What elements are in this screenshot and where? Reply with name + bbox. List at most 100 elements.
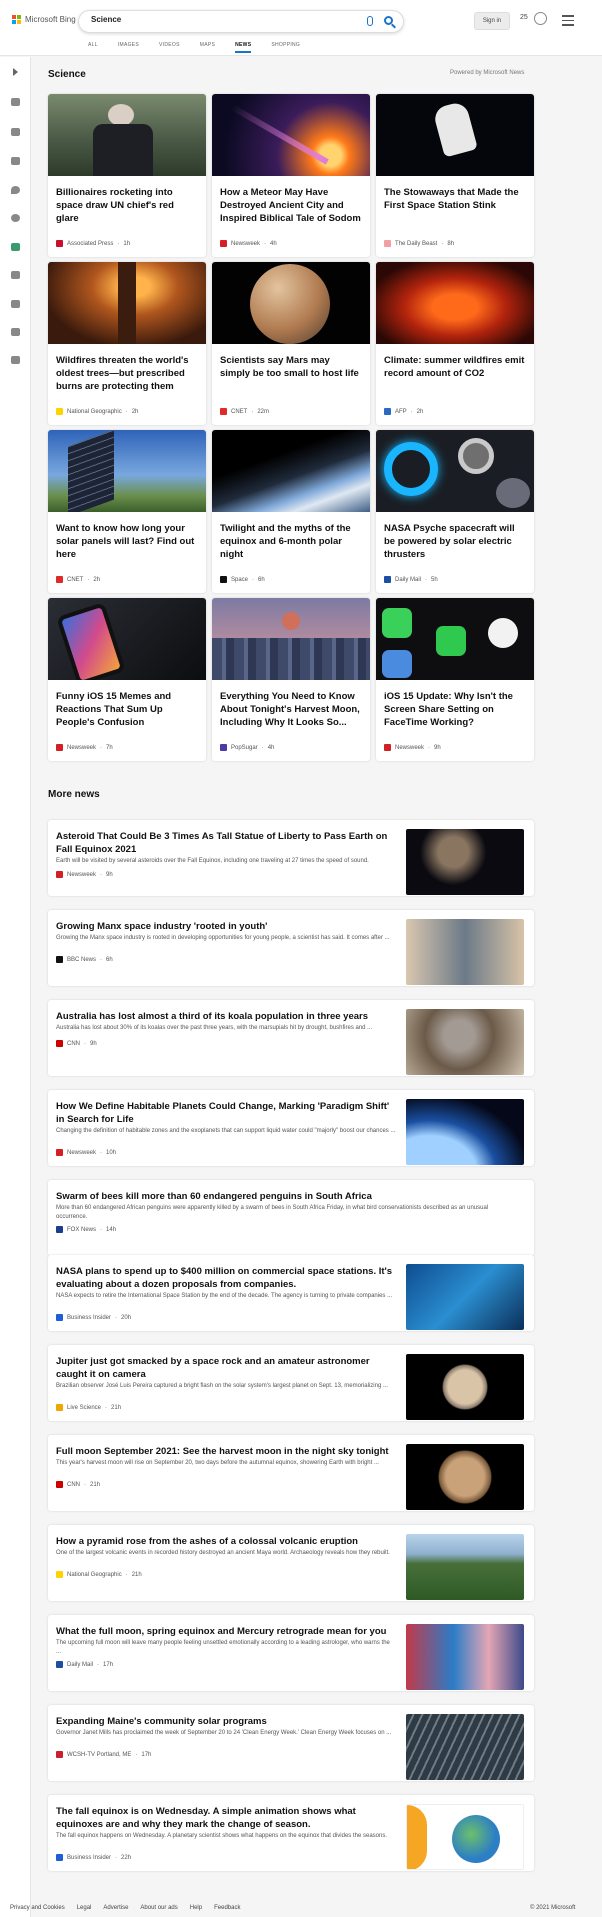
national-geographic-logo-icon	[56, 1571, 63, 1578]
news-thumbnail	[406, 1264, 524, 1330]
news-list-item[interactable]: Jupiter just got smacked by a space rock…	[48, 1345, 534, 1421]
rewards-trophy-icon[interactable]	[534, 12, 547, 25]
news-title: Swarm of bees kill more than 60 endanger…	[56, 1191, 372, 1202]
menu-icon[interactable]	[562, 15, 574, 29]
fox-news-logo-icon	[56, 1226, 63, 1233]
footer-link-feedback[interactable]: Feedback	[214, 1905, 240, 1911]
news-card[interactable]: Billionaires rocketing into space draw U…	[48, 94, 206, 257]
news-title: How a pyramid rose from the ashes of a c…	[56, 1536, 358, 1547]
science-heading: Science	[48, 69, 86, 80]
bank-icon[interactable]	[9, 327, 22, 337]
news-thumbnail	[406, 1624, 524, 1690]
news-source: BBC News · 6h	[56, 956, 113, 963]
card-title: Twilight and the myths of the equinox an…	[220, 523, 351, 560]
location-icon[interactable]	[9, 185, 22, 195]
news-card[interactable]: Everything You Need to Know About Tonigh…	[212, 598, 370, 761]
search-icon[interactable]	[384, 16, 393, 25]
more-news-heading: More news	[48, 789, 100, 800]
news-source: FOX News · 14h	[56, 1226, 116, 1233]
news-list-item[interactable]: Growing Manx space industry 'rooted in y…	[48, 910, 534, 986]
rewards-count[interactable]: 25	[520, 14, 528, 21]
copyright: © 2021 Microsoft	[530, 1905, 576, 1911]
news-title: Asteroid That Could Be 3 Times As Tall S…	[56, 831, 388, 855]
news-card[interactable]: Funny iOS 15 Memes and Reactions That Su…	[48, 598, 206, 761]
news-thumbnail	[406, 1009, 524, 1075]
tab-all[interactable]: ALL	[88, 42, 98, 53]
card-thumbnail	[48, 598, 206, 680]
news-thumbnail	[406, 1804, 524, 1870]
card-source: Newsweek · 4h	[220, 240, 277, 247]
card-source: The Daily Beast · 8h	[384, 240, 454, 247]
news-list-item[interactable]: What the full moon, spring equinox and M…	[48, 1615, 534, 1691]
tab-videos[interactable]: VIDEOS	[159, 42, 180, 53]
bing-logo[interactable]: Microsoft Bing	[12, 15, 76, 24]
footer-link-privacy[interactable]: Privacy and Cookies	[10, 1905, 65, 1911]
entertainment-icon[interactable]	[9, 299, 22, 309]
news-list-item[interactable]: How a pyramid rose from the ashes of a c…	[48, 1525, 534, 1601]
news-list-item[interactable]: Full moon September 2021: See the harves…	[48, 1435, 534, 1511]
footer-link-about-ads[interactable]: About our ads	[140, 1905, 177, 1911]
news-card[interactable]: The Stowaways that Made the First Space …	[376, 94, 534, 257]
powered-by: Powered by Microsoft News	[450, 70, 525, 76]
card-thumbnail	[212, 94, 370, 176]
news-list-item[interactable]: The fall equinox is on Wednesday. A simp…	[48, 1795, 534, 1871]
card-thumbnail	[376, 430, 534, 512]
card-thumbnail	[48, 94, 206, 176]
tab-shopping[interactable]: SHOPPING	[271, 42, 300, 53]
science-icon[interactable]	[9, 242, 22, 252]
card-source: Newsweek · 9h	[384, 744, 441, 751]
top-header: Microsoft Bing Sign in 25 ALL IMAGES VID…	[0, 0, 602, 56]
news-source: Live Science · 21h	[56, 1404, 121, 1411]
news-list-item[interactable]: NASA plans to spend up to $400 million o…	[48, 1255, 534, 1331]
search-input[interactable]	[91, 15, 331, 24]
tab-news[interactable]: NEWS	[235, 42, 252, 53]
news-list-item[interactable]: Expanding Maine's community solar progra…	[48, 1705, 534, 1781]
globe-icon[interactable]	[9, 213, 22, 223]
daily-mail-logo-icon	[56, 1661, 63, 1668]
news-list-item[interactable]: Asteroid That Could Be 3 Times As Tall S…	[48, 820, 534, 896]
news-list-item[interactable]: How We Define Habitable Planets Could Ch…	[48, 1090, 534, 1166]
news-source: CNN · 21h	[56, 1481, 100, 1488]
footer-link-legal[interactable]: Legal	[77, 1905, 92, 1911]
news-snippet: This year's harvest moon will rise on Se…	[56, 1460, 379, 1466]
tab-maps[interactable]: MAPS	[200, 42, 215, 53]
microphone-icon[interactable]	[367, 16, 373, 26]
news-card[interactable]: Wildfires threaten the world's oldest tr…	[48, 262, 206, 425]
footer-link-help[interactable]: Help	[190, 1905, 202, 1911]
national-geographic-logo-icon	[56, 408, 63, 415]
newsweek-logo-icon	[56, 1149, 63, 1156]
search-box	[78, 10, 404, 33]
home-icon[interactable]	[9, 97, 22, 107]
news-card[interactable]: iOS 15 Update: Why Isn't the Screen Shar…	[376, 598, 534, 761]
tab-images[interactable]: IMAGES	[118, 42, 139, 53]
space-logo-icon	[220, 576, 227, 583]
news-list-item[interactable]: Australia has lost almost a third of its…	[48, 1000, 534, 1076]
newsweek-logo-icon	[56, 871, 63, 878]
news-thumbnail	[406, 1354, 524, 1420]
card-thumbnail	[376, 262, 534, 344]
footer-link-advertise[interactable]: Advertise	[103, 1905, 128, 1911]
news-card[interactable]: NASA Psyche spacecraft will be powered b…	[376, 430, 534, 593]
news-title: What the full moon, spring equinox and M…	[56, 1626, 387, 1637]
card-icon[interactable]	[9, 355, 22, 365]
flag-icon[interactable]	[9, 156, 22, 166]
cnn-logo-icon	[56, 1040, 63, 1047]
rocket-icon[interactable]	[9, 270, 22, 280]
news-card[interactable]: Twilight and the myths of the equinox an…	[212, 430, 370, 593]
card-title: Want to know how long your solar panels …	[56, 523, 195, 560]
news-card[interactable]: Want to know how long your solar panels …	[48, 430, 206, 593]
card-source: National Geographic · 2h	[56, 408, 138, 415]
sign-in-button[interactable]: Sign in	[474, 12, 510, 30]
news-source: Newsweek · 9h	[56, 871, 113, 878]
news-thumbnail	[406, 829, 524, 895]
news-card[interactable]: How a Meteor May Have Destroyed Ancient …	[212, 94, 370, 257]
news-card[interactable]: Scientists say Mars may simply be too sm…	[212, 262, 370, 425]
tools-icon[interactable]	[9, 127, 22, 137]
news-snippet: Earth will be visited by several asteroi…	[56, 858, 369, 864]
news-list-item[interactable]: Swarm of bees kill more than 60 endanger…	[48, 1180, 534, 1256]
news-source: Newsweek · 10h	[56, 1149, 116, 1156]
news-title: Growing Manx space industry 'rooted in y…	[56, 921, 268, 932]
expand-icon[interactable]	[9, 67, 22, 77]
news-card[interactable]: Climate: summer wildfires emit record am…	[376, 262, 534, 425]
news-title: Australia has lost almost a third of its…	[56, 1011, 368, 1022]
